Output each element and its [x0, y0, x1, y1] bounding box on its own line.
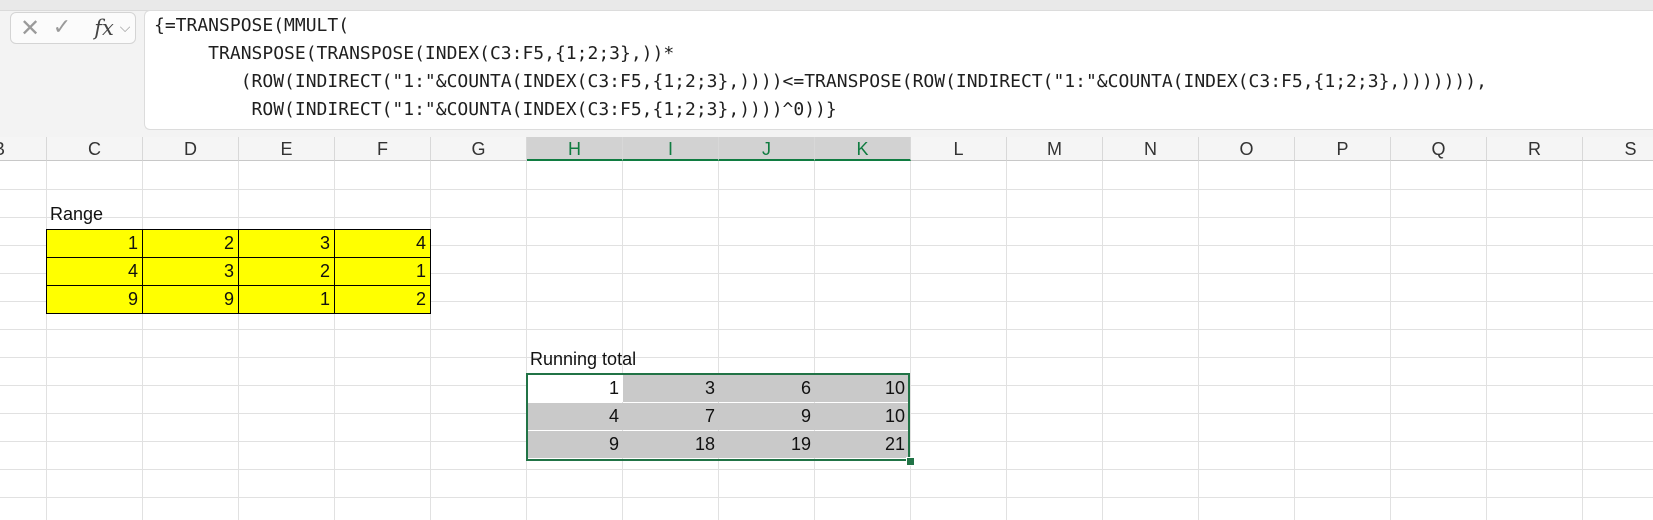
column-header-m[interactable]: M	[1007, 137, 1103, 161]
column-header-j[interactable]: J	[719, 137, 815, 161]
column-header-o[interactable]: O	[1199, 137, 1295, 161]
column-header-q[interactable]: Q	[1391, 137, 1487, 161]
column-header-d[interactable]: D	[143, 137, 239, 161]
formula-line: TRANSPOSE(TRANSPOSE(INDEX(C3:F5,{1;2;3},…	[154, 43, 675, 64]
column-header-i[interactable]: I	[623, 137, 719, 161]
running-total-cell[interactable]: 19	[719, 431, 815, 458]
range-cell[interactable]: 2	[334, 285, 431, 314]
column-header-c[interactable]: C	[47, 137, 143, 161]
range-cell[interactable]: 4	[334, 229, 431, 258]
running-total-cell[interactable]: 9	[527, 431, 623, 458]
range-cell[interactable]: 1	[238, 285, 335, 314]
column-header-r[interactable]: R	[1487, 137, 1583, 161]
running-total-cell[interactable]: 6	[719, 375, 815, 402]
formula-line: (ROW(INDIRECT("1:"&COUNTA(INDEX(C3:F5,{1…	[154, 71, 1487, 92]
range-cell[interactable]: 3	[142, 257, 239, 286]
column-header-g[interactable]: G	[431, 137, 527, 161]
running-total-cell[interactable]: 3	[623, 375, 719, 402]
range-label: Range	[50, 204, 104, 224]
range-cell[interactable]: 1	[46, 229, 143, 258]
formula-line: ROW(INDIRECT("1:"&COUNTA(INDEX(C3:F5,{1;…	[154, 99, 837, 120]
running-total-cell[interactable]: 7	[623, 403, 719, 430]
range-cell[interactable]: 3	[238, 229, 335, 258]
range-cell[interactable]: 9	[46, 285, 143, 314]
range-cell[interactable]: 9	[142, 285, 239, 314]
running-total-label: Running total	[530, 349, 637, 369]
fill-handle[interactable]	[906, 457, 915, 466]
range-cell[interactable]: 4	[46, 257, 143, 286]
formula-controls: ✕ ✓ fx ⌵	[10, 12, 136, 44]
formula-input[interactable]: {=TRANSPOSE(MMULT( TRANSPOSE(TRANSPOSE(I…	[144, 10, 1653, 130]
column-header-l[interactable]: L	[911, 137, 1007, 161]
column-header-e[interactable]: E	[239, 137, 335, 161]
running-total-cell[interactable]: 18	[623, 431, 719, 458]
formula-bar-area: ✕ ✓ fx ⌵ {=TRANSPOSE(MMULT( TRANSPOSE(TR…	[0, 0, 1653, 137]
column-header-h[interactable]: H	[527, 137, 623, 161]
range-cell[interactable]: 2	[142, 229, 239, 258]
close-icon[interactable]: ✕	[15, 13, 45, 43]
running-total-cell[interactable]: 9	[719, 403, 815, 430]
check-icon[interactable]: ✓	[47, 13, 77, 43]
running-total-cell[interactable]: 4	[527, 403, 623, 430]
column-header-p[interactable]: P	[1295, 137, 1391, 161]
column-header-s[interactable]: S	[1583, 137, 1653, 161]
fx-icon[interactable]: fx	[91, 13, 117, 43]
range-cell[interactable]: 1	[334, 257, 431, 286]
chevron-down-icon[interactable]: ⌵	[117, 13, 133, 43]
running-total-cell[interactable]: 10	[815, 403, 909, 430]
column-header-f[interactable]: F	[335, 137, 431, 161]
running-total-cell[interactable]: 21	[815, 431, 909, 458]
formula-line: {=TRANSPOSE(MMULT(	[154, 15, 350, 36]
column-header-n[interactable]: N	[1103, 137, 1199, 161]
column-header-k[interactable]: K	[815, 137, 911, 161]
running-total-cell[interactable]: 10	[815, 375, 909, 402]
column-header-b[interactable]: B	[0, 137, 47, 161]
running-total-cell-active[interactable]: 1	[527, 375, 623, 402]
range-cell[interactable]: 2	[238, 257, 335, 286]
